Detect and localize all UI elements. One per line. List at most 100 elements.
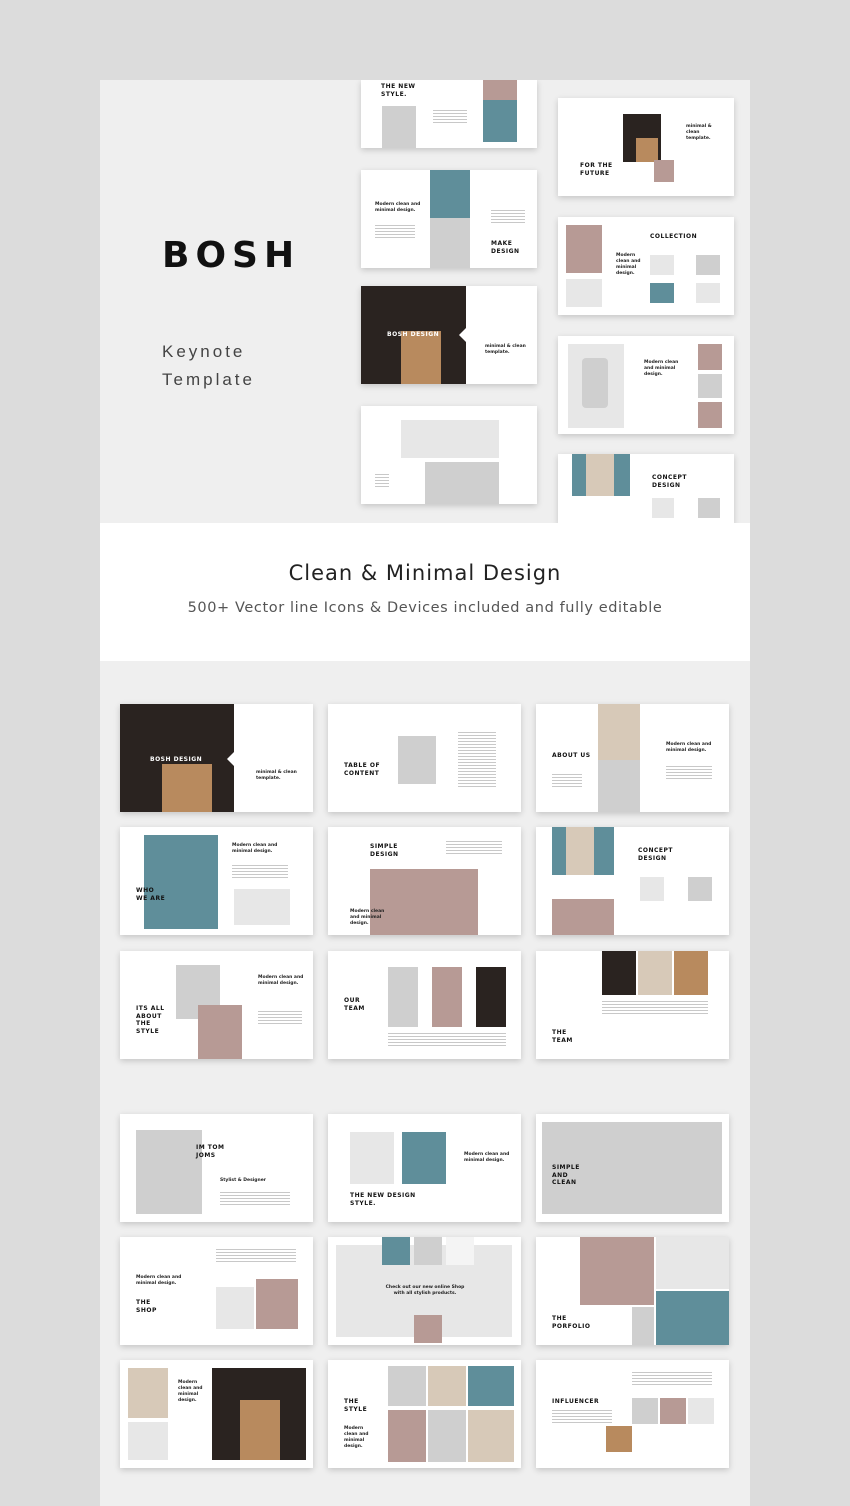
slide-title: FOR THE FUTURE [580, 162, 613, 177]
slide-quote [361, 406, 537, 504]
band-title: Clean & Minimal Design [288, 561, 562, 585]
photo [428, 1410, 466, 1462]
slide-the-style: THE STYLE Modern clean and minimal desig… [328, 1360, 521, 1468]
photo [650, 255, 674, 275]
photo [674, 951, 708, 995]
slide-title: CONCEPT DESIGN [638, 847, 674, 862]
text-lines [433, 110, 467, 124]
photo [636, 138, 658, 162]
slide-title: INFLUENCER [552, 1398, 600, 1405]
slide-title: THE NEW DESIGN STYLE. [350, 1192, 416, 1207]
slide-title: SIMPLE DESIGN [370, 843, 399, 858]
photo [652, 498, 674, 518]
photo [446, 1237, 474, 1265]
slide-title: THE TEAM [552, 1029, 573, 1044]
photo [586, 454, 614, 496]
slide-new-style: THE NEW STYLE. [361, 80, 537, 148]
info-box [234, 889, 290, 925]
book-mockup [350, 1132, 394, 1184]
slide-text: Stylist & Designer [220, 1178, 267, 1183]
photo [688, 877, 712, 901]
slide-about-us: ABOUT US Modern clean and minimal design… [536, 704, 729, 812]
text-lines [632, 1372, 712, 1386]
slide-text: Modern clean and minimal design. [136, 1275, 182, 1286]
slide-the-team: THE TEAM [536, 951, 729, 1059]
toc-list [458, 732, 496, 788]
photo [660, 1398, 686, 1424]
slide-the-shop: Modern clean and minimal design. THE SHO… [120, 1237, 313, 1345]
slide-title: THE NEW STYLE. [381, 83, 416, 98]
slide-its-all-style: ITS ALL ABOUT THE STYLE Modern clean and… [120, 951, 313, 1059]
slide-title: OUR TEAM [344, 997, 365, 1012]
slide-text: Modern clean and minimal design. [258, 975, 304, 986]
photo [216, 1287, 254, 1329]
slide-simple-clean: SIMPLE AND CLEAN [536, 1114, 729, 1222]
brand-title: BOSH [162, 235, 301, 276]
slide-portfolio: THE PORFOLIO [536, 1237, 729, 1345]
slide-text: minimal & clean template. [485, 344, 526, 355]
slide-make-design: Modern clean and minimal design. MAKE DE… [361, 170, 537, 268]
quote-box [401, 420, 499, 458]
slide-title: COLLECTION [650, 233, 698, 240]
photo [432, 967, 462, 1027]
photo [654, 160, 674, 182]
photo [414, 1315, 442, 1343]
photo [656, 1237, 729, 1289]
slide-title: MAKE DESIGN [491, 240, 520, 255]
slide-text: Modern clean and minimal design. [644, 360, 679, 377]
slide-collection: Modern clean and minimal design. COLLECT… [558, 217, 734, 315]
photo [606, 1426, 632, 1452]
photo [566, 225, 602, 273]
slide-simple-design: SIMPLE DESIGN Modern clean and minimal d… [328, 827, 521, 935]
slide-text: Modern clean and minimal design. [178, 1380, 203, 1403]
slide-tom-joms: IM TOM JOMS Stylist & Designer [120, 1114, 313, 1222]
slide-text: Modern clean and minimal design. [616, 253, 641, 276]
photo [483, 100, 517, 142]
text-lines [375, 474, 389, 488]
photo [638, 951, 672, 995]
feature-band: Clean & Minimal Design 500+ Vector line … [100, 523, 750, 661]
photo [430, 218, 470, 268]
photo [580, 1237, 654, 1305]
photo [388, 1366, 426, 1406]
slide-new-design-style: THE NEW DESIGN STYLE. Modern clean and m… [328, 1114, 521, 1222]
notch [459, 328, 466, 342]
photo [430, 170, 470, 218]
text-lines [602, 1001, 708, 1015]
photo [468, 1410, 514, 1462]
slide-title: THE STYLE [344, 1398, 368, 1413]
photo [650, 283, 674, 303]
text-lines [666, 766, 712, 780]
text-lines [216, 1249, 296, 1263]
photo [402, 1132, 446, 1184]
showcase-page: BOSH Keynote Template THE NEW STYLE. Mod… [100, 80, 750, 1506]
photo [144, 835, 218, 929]
slide-title: SIMPLE AND CLEAN [552, 1164, 580, 1186]
photo [566, 827, 594, 875]
subtitle-template: Template [162, 370, 255, 389]
photo [483, 80, 517, 100]
photo [632, 1398, 658, 1424]
slide-modern-clean: Modern clean and minimal design. [120, 1360, 313, 1468]
phone-icon [582, 358, 608, 408]
notch [227, 752, 234, 766]
portrait-photo [136, 1130, 202, 1214]
photo [128, 1422, 168, 1460]
hero-section: BOSH Keynote Template THE NEW STYLE. Mod… [100, 80, 750, 523]
photo [256, 1279, 298, 1329]
slide-title: CONCEPT DESIGN [652, 474, 688, 489]
slide-title: TABLE OF CONTENT [344, 762, 381, 777]
slide-title: ABOUT US [552, 752, 591, 759]
slide-title: BOSH DESIGN [387, 331, 440, 338]
photo [688, 1398, 714, 1424]
portrait-photo [398, 736, 436, 784]
portrait-photo [382, 106, 416, 148]
photo [382, 1237, 410, 1265]
photo [566, 279, 602, 307]
slide-text: minimal & clean template. [256, 770, 297, 781]
photo [698, 374, 722, 398]
photo [632, 1307, 654, 1345]
text-lines [552, 1410, 612, 1424]
slide-text: Modern clean and minimal design. [350, 909, 385, 926]
photo [698, 498, 720, 518]
